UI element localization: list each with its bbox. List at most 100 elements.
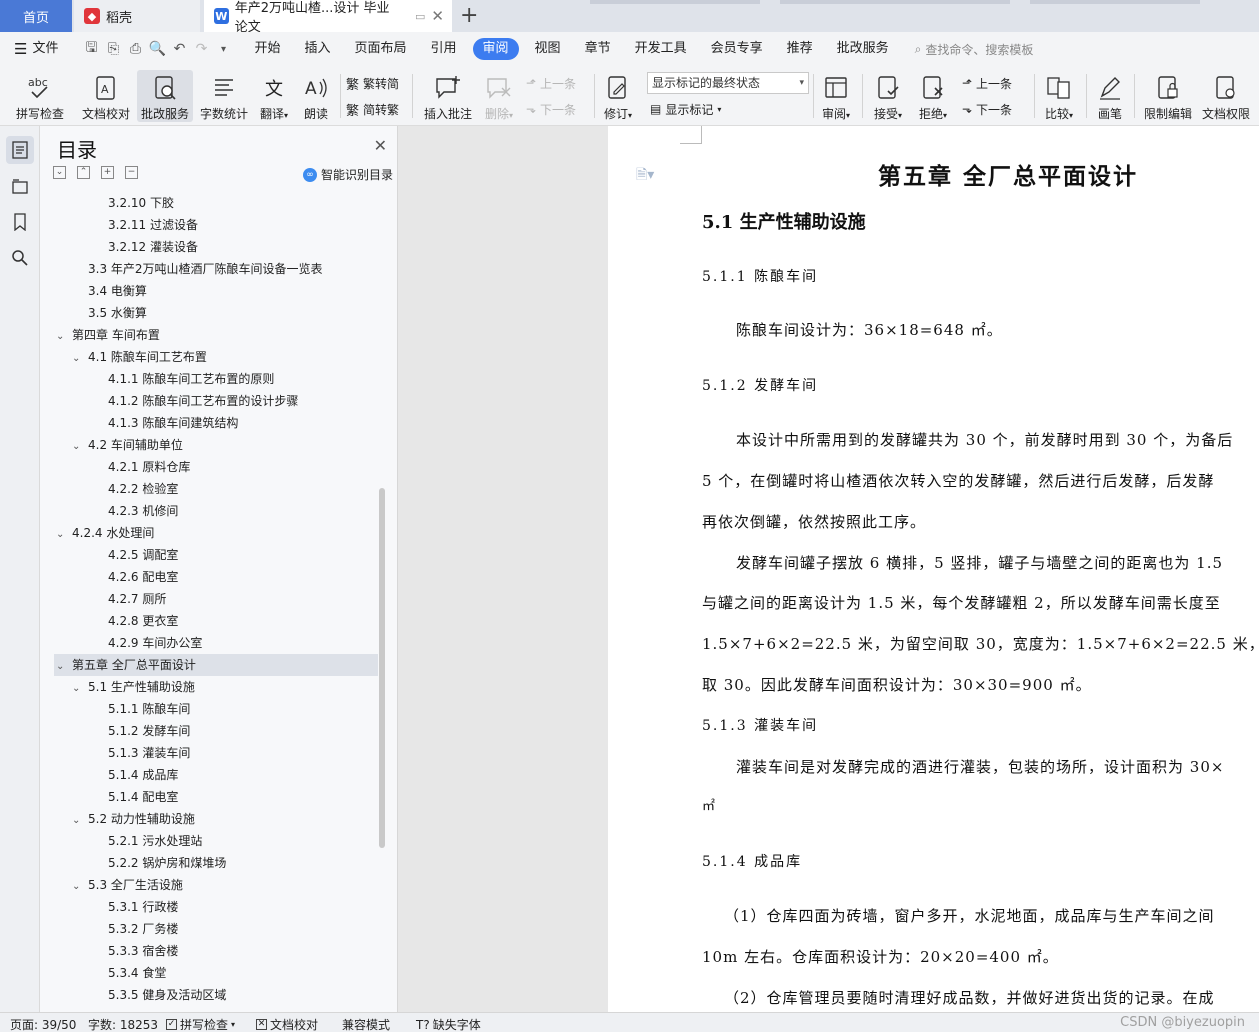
delete-comment-button[interactable]: 删除▾ <box>480 70 518 122</box>
toc-item[interactable]: 3.4 电衡算 <box>72 280 147 302</box>
toc-item[interactable]: 5.2.1 污水处理站 <box>92 830 202 852</box>
quick-access-more-icon[interactable]: ▾ <box>212 44 234 55</box>
toc-item[interactable]: 3.2.11 过滤设备 <box>92 214 198 236</box>
menu-correction[interactable]: 批改服务 <box>825 38 901 60</box>
prev-comment-button[interactable]: ⬏ 上一条 <box>526 72 576 94</box>
export-pdf-icon[interactable]: ⎘ <box>102 41 124 57</box>
close-tab-icon[interactable]: ✕ <box>431 7 444 25</box>
remove-level-icon[interactable]: − <box>125 166 138 179</box>
prev-change-button[interactable]: ⬏ 上一条 <box>962 72 1012 94</box>
toc-item[interactable]: ⌄ 第四章 车间布置 <box>56 324 160 346</box>
save-icon[interactable]: 🖫 <box>80 37 102 61</box>
print-icon[interactable]: ⎙ <box>124 41 146 57</box>
toc-item[interactable]: 4.2.3 机修间 <box>92 500 178 522</box>
toc-item[interactable]: 5.3.2 厂务楼 <box>92 918 178 940</box>
next-comment-button[interactable]: ⬎ 下一条 <box>526 98 576 120</box>
menu-view[interactable]: 视图 <box>523 38 573 60</box>
toc-item[interactable]: 5.2.2 锅炉房和煤堆场 <box>92 852 226 874</box>
close-icon[interactable]: ✕ <box>374 136 387 155</box>
toc-item[interactable]: ⌄ 5.1 生产性辅助设施 <box>72 676 195 698</box>
doc-rights-button[interactable]: 文档权限 <box>1198 70 1254 122</box>
menu-developer[interactable]: 开发工具 <box>623 38 699 60</box>
chevron-down-icon[interactable]: ⌄ <box>56 524 72 546</box>
doc-proof-button[interactable]: A 文档校对 <box>78 70 134 122</box>
chapter-nav-icon[interactable] <box>6 172 34 200</box>
tab-home[interactable]: 首页 <box>0 0 72 32</box>
word-count-indicator[interactable]: 字数: 18253 <box>88 1016 158 1032</box>
toc-item[interactable]: 4.1.1 陈酿车间工艺布置的原则 <box>92 368 274 390</box>
chevron-down-icon[interactable]: ⌄ <box>72 678 88 700</box>
toc-item[interactable]: ⌄ 4.1 陈酿车间工艺布置 <box>72 346 207 368</box>
toc-item[interactable]: 4.2.8 更衣室 <box>92 610 178 632</box>
next-change-button[interactable]: ⬎ 下一条 <box>962 98 1012 120</box>
markup-state-select[interactable]: 显示标记的最终状态 ▾ <box>647 72 809 94</box>
menu-references[interactable]: 引用 <box>419 38 469 60</box>
spell-check-button[interactable]: abc 拼写检查 <box>8 70 72 122</box>
toc-item[interactable]: 4.2.7 厕所 <box>92 588 166 610</box>
chevron-down-icon[interactable]: ⌄ <box>72 810 88 832</box>
page-options-icon[interactable]: 🗎▾ <box>636 164 654 188</box>
menu-review[interactable]: 审阅 <box>472 38 519 60</box>
expand-up-icon[interactable]: ⌃ <box>77 166 90 179</box>
menu-chapter[interactable]: 章节 <box>573 38 623 60</box>
smart-toc-button[interactable]: ∞ 智能识别目录 <box>302 166 393 183</box>
toc-item[interactable]: 5.1.4 配电室 <box>92 786 178 808</box>
pen-button[interactable]: 画笔 <box>1092 70 1128 122</box>
menu-page-layout[interactable]: 页面布局 <box>343 38 419 60</box>
chevron-down-icon[interactable]: ⌄ <box>72 876 88 898</box>
doc-proof-status[interactable]: ✕ 文档校对 <box>256 1016 318 1032</box>
menu-start[interactable]: 开始 <box>242 38 292 60</box>
insert-comment-button[interactable]: 插入批注 <box>420 70 476 122</box>
toc-item[interactable]: 5.1.4 成品库 <box>92 764 178 786</box>
menu-recommend[interactable]: 推荐 <box>775 38 825 60</box>
menu-insert[interactable]: 插入 <box>292 38 342 60</box>
new-tab-plus-icon[interactable]: + <box>460 3 478 28</box>
menu-member[interactable]: 会员专享 <box>699 38 775 60</box>
redo-icon[interactable]: ↷ <box>190 41 212 57</box>
track-changes-button[interactable]: 修订▾ <box>598 70 638 122</box>
missing-fonts-status[interactable]: T? 缺失字体 <box>416 1016 481 1032</box>
chevron-down-icon[interactable]: ⌄ <box>72 436 88 458</box>
toc-item[interactable]: 4.2.1 原料仓库 <box>92 456 190 478</box>
correction-service-button[interactable]: 批改服务 <box>137 70 193 122</box>
chevron-down-icon[interactable]: ⌄ <box>56 656 72 678</box>
toc-item[interactable]: 3.2.10 下胶 <box>92 192 174 214</box>
toc-item[interactable]: ⌄ 5.3 全厂生活设施 <box>72 874 183 896</box>
spell-check-toggle[interactable]: ✓ 拼写检查 ▾ <box>166 1016 235 1032</box>
toc-item[interactable]: 4.2.9 车间办公室 <box>92 632 202 654</box>
toc-item[interactable]: 5.1.2 发酵车间 <box>92 720 190 742</box>
simp-to-trad-button[interactable]: 繁 简转繁 <box>346 98 399 120</box>
collapse-all-icon[interactable]: ⌄ <box>53 166 66 179</box>
chevron-down-icon[interactable]: ⌄ <box>72 348 88 370</box>
monitor-icon[interactable]: ▭ <box>415 10 425 23</box>
toc-item[interactable]: ⌄ 第五章 全厂总平面设计 <box>54 654 378 676</box>
undo-icon[interactable]: ↶ <box>168 41 190 57</box>
word-count-button[interactable]: 字数统计 <box>198 70 250 122</box>
find-icon[interactable] <box>6 244 34 272</box>
toc-item[interactable]: 4.1.3 陈酿车间建筑结构 <box>92 412 238 434</box>
file-menu[interactable]: ☰ 文件 <box>0 38 70 60</box>
translate-button[interactable]: 文 翻译▾ <box>255 70 293 122</box>
toc-item[interactable]: 5.3.3 宿舍楼 <box>92 940 178 962</box>
page-indicator[interactable]: 页面: 39/50 <box>10 1016 76 1032</box>
toc-item[interactable]: 4.2.6 配电室 <box>92 566 178 588</box>
toc-item[interactable]: ⌄ 4.2 车间辅助单位 <box>72 434 183 456</box>
tab-daoke[interactable]: ◆ 稻壳 <box>74 0 200 32</box>
read-aloud-button[interactable]: A 朗读 <box>298 70 334 122</box>
toc-item[interactable]: ⌄ 5.2 动力性辅助设施 <box>72 808 195 830</box>
toc-item[interactable]: 5.3.5 健身及活动区域 <box>92 984 226 1006</box>
toc-scrollbar[interactable] <box>379 488 385 848</box>
toc-item[interactable]: 4.1.2 陈酿车间工艺布置的设计步骤 <box>92 390 298 412</box>
toc-item[interactable]: 5.1.3 灌装车间 <box>92 742 190 764</box>
tab-document[interactable]: W 年产2万吨山楂...设计 毕业论文 ▭ ✕ <box>204 0 452 35</box>
reject-button[interactable]: 拒绝▾ <box>913 70 953 122</box>
toc-item[interactable]: 5.1.1 陈酿车间 <box>92 698 190 720</box>
toc-nav-icon[interactable] <box>6 136 34 164</box>
toc-item[interactable]: 4.2.5 调配室 <box>92 544 178 566</box>
toc-item[interactable]: 5.3.1 行政楼 <box>92 896 178 918</box>
toc-item[interactable]: 3.5 水衡算 <box>72 302 147 324</box>
command-search[interactable]: ⌕ 查找命令、搜索模板 <box>915 41 1034 58</box>
print-preview-icon[interactable]: 🔍 <box>146 41 168 57</box>
review-pane-button[interactable]: 审阅▾ <box>816 70 856 122</box>
toc-item[interactable]: 4.2.2 检验室 <box>92 478 178 500</box>
